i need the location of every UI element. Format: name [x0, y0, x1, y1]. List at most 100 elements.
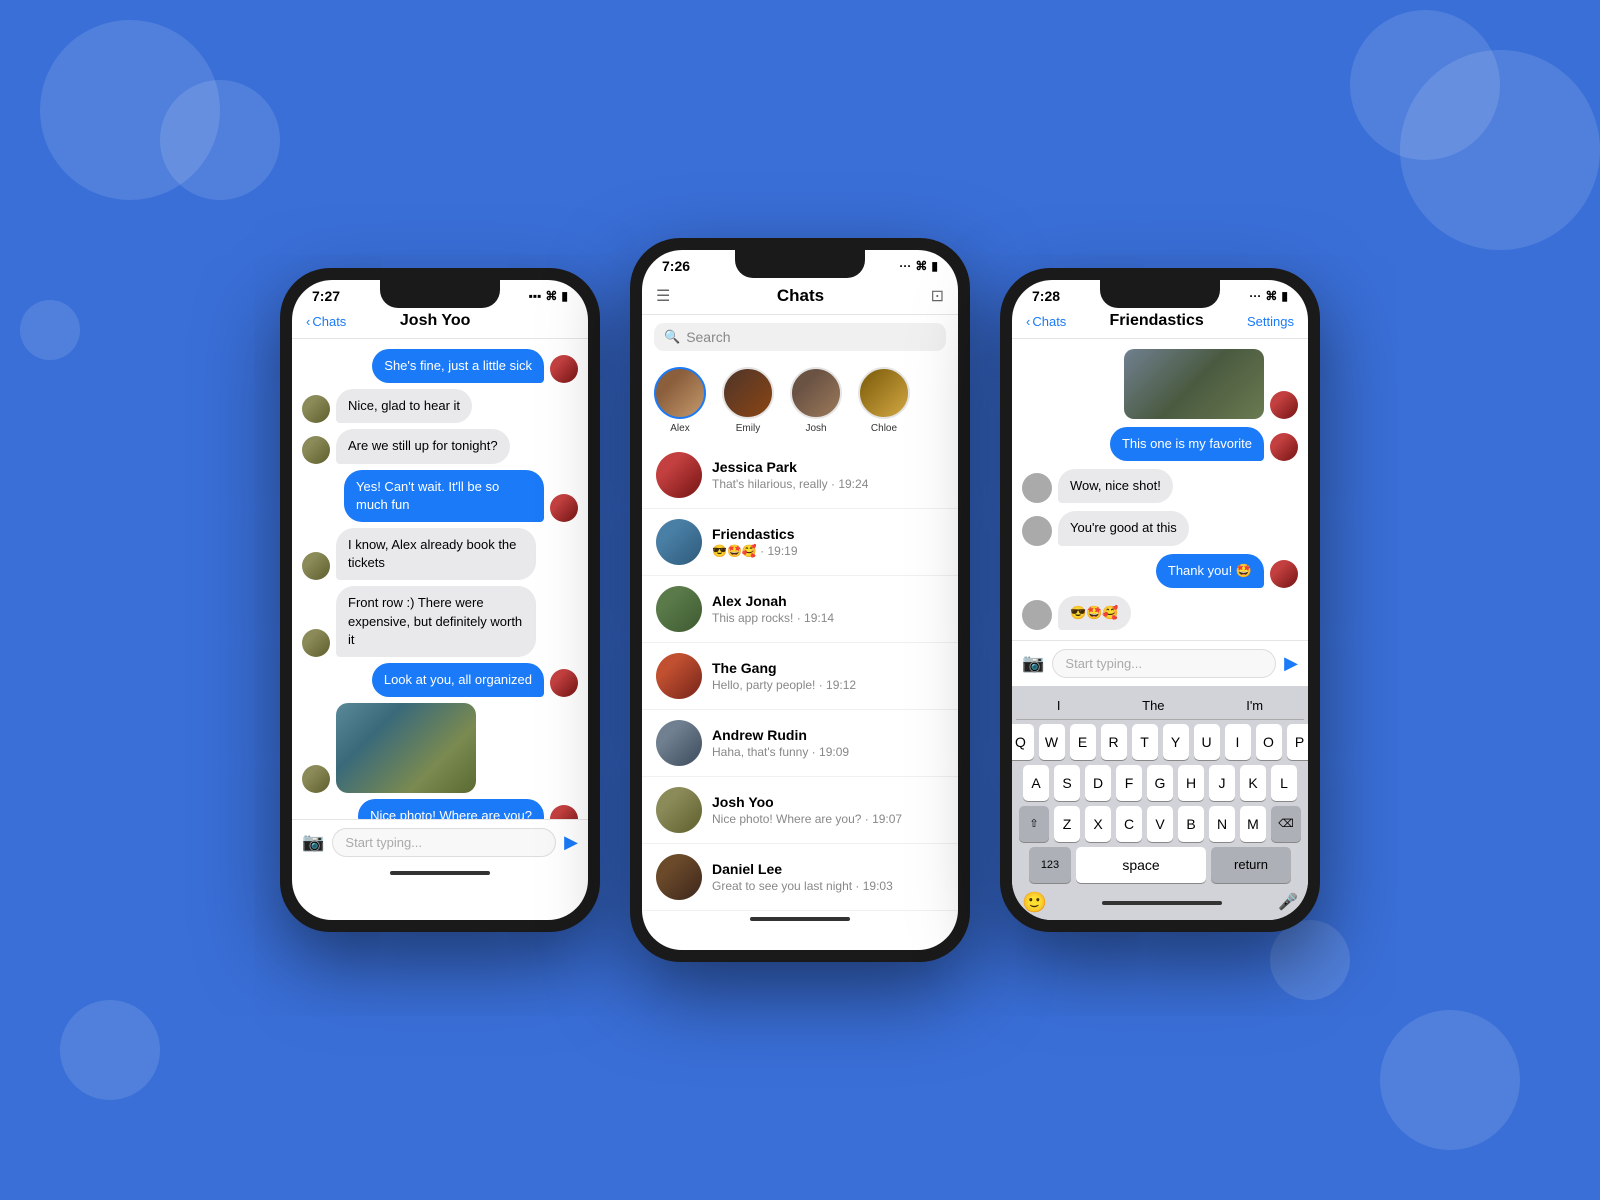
avatar — [1270, 560, 1298, 588]
key-123[interactable]: 123 — [1029, 847, 1071, 883]
key-j[interactable]: J — [1209, 765, 1235, 801]
message-bubble: Wow, nice shot! — [1058, 469, 1173, 503]
message-bubble: Nice photo! Where are you? — [358, 799, 544, 819]
chat-item[interactable]: The Gang Hello, party people! · 19:12 — [642, 643, 958, 710]
suggestion-im[interactable]: I'm — [1238, 696, 1271, 715]
bg-circle-5 — [60, 1000, 160, 1100]
status-icons-center: ··· ⌘ ▮ — [899, 259, 938, 273]
chat-preview: Nice photo! Where are you? · 19:07 — [712, 812, 944, 826]
key-s[interactable]: S — [1054, 765, 1080, 801]
send-button-left[interactable]: ▶ — [564, 832, 578, 853]
key-q[interactable]: Q — [1012, 724, 1034, 760]
bg-circle-6 — [1380, 1010, 1520, 1150]
avatar — [550, 805, 578, 819]
chat-avatar-alexjonah — [656, 586, 702, 632]
key-i[interactable]: I — [1225, 724, 1251, 760]
input-bar-left[interactable]: 📷 Start typing... ▶ — [292, 819, 588, 865]
time-left: 7:27 — [312, 288, 340, 304]
key-k[interactable]: K — [1240, 765, 1266, 801]
message-row — [302, 703, 578, 793]
chat-preview: That's hilarious, really · 19:24 — [712, 477, 944, 491]
key-v[interactable]: V — [1147, 806, 1173, 842]
message-row: You're good at this — [1022, 511, 1298, 545]
story-item[interactable]: Emily — [722, 367, 774, 434]
battery-icon-right: ▮ — [1281, 289, 1288, 303]
key-n[interactable]: N — [1209, 806, 1235, 842]
chat-item[interactable]: Jessica Park That's hilarious, really · … — [642, 442, 958, 509]
key-delete[interactable]: ⌫ — [1271, 806, 1301, 842]
menu-icon[interactable]: ☰ — [656, 286, 670, 306]
keyboard-row-4: 123 space return — [1016, 847, 1304, 883]
phone-center-screen: 7:26 ··· ⌘ ▮ ☰ Chats ⊡ 🔍 Search — [642, 250, 958, 950]
story-item[interactable]: Chloe — [858, 367, 910, 434]
chevron-left-icon: ‹ — [306, 314, 310, 329]
status-icons-left: ▪▪▪ ⌘ ▮ — [529, 289, 568, 303]
nav-bar-left: ‹ Chats Josh Yoo — [292, 308, 588, 339]
compose-icon[interactable]: ⊡ — [931, 286, 944, 306]
chat-info: Daniel Lee Great to see you last night ·… — [712, 861, 944, 893]
chat-item[interactable]: Friendastics 😎🤩🥰 · 19:19 — [642, 509, 958, 576]
chat-info: Andrew Rudin Haha, that's funny · 19:09 — [712, 727, 944, 759]
camera-icon-right[interactable]: 📷 — [1022, 653, 1044, 674]
search-input-center[interactable]: Search — [686, 329, 730, 345]
story-item[interactable]: Josh — [790, 367, 842, 434]
suggestion-i[interactable]: I — [1049, 696, 1069, 715]
chat-avatar-jessica — [656, 452, 702, 498]
message-row: Yes! Can't wait. It'll be so much fun — [302, 470, 578, 522]
key-z[interactable]: Z — [1054, 806, 1080, 842]
friendastics-messages: This one is my favorite Wow, nice shot! … — [1012, 339, 1308, 640]
back-button-right[interactable]: ‹ Chats — [1026, 314, 1066, 329]
key-p[interactable]: P — [1287, 724, 1309, 760]
key-return[interactable]: return — [1211, 847, 1291, 883]
home-indicator-left — [390, 871, 490, 875]
chat-info: Jessica Park That's hilarious, really · … — [712, 459, 944, 491]
settings-button[interactable]: Settings — [1247, 314, 1294, 329]
search-bar[interactable]: 🔍 Search — [654, 323, 946, 351]
key-d[interactable]: D — [1085, 765, 1111, 801]
send-button-right[interactable]: ▶ — [1284, 653, 1298, 674]
key-w[interactable]: W — [1039, 724, 1065, 760]
key-t[interactable]: T — [1132, 724, 1158, 760]
input-bar-right[interactable]: 📷 Start typing... ▶ — [1012, 640, 1308, 686]
key-x[interactable]: X — [1085, 806, 1111, 842]
emoji-icon[interactable]: 🙂 — [1022, 890, 1047, 915]
key-b[interactable]: B — [1178, 806, 1204, 842]
message-input-left[interactable]: Start typing... — [332, 828, 556, 857]
mic-icon[interactable]: 🎤 — [1278, 892, 1298, 912]
chat-item[interactable]: Andrew Rudin Haha, that's funny · 19:09 — [642, 710, 958, 777]
key-u[interactable]: U — [1194, 724, 1220, 760]
message-row: Wow, nice shot! — [1022, 469, 1298, 503]
key-m[interactable]: M — [1240, 806, 1266, 842]
chat-item[interactable]: Josh Yoo Nice photo! Where are you? · 19… — [642, 777, 958, 844]
message-row: 😎🤩🥰 — [1022, 596, 1298, 630]
chat-item[interactable]: Daniel Lee Great to see you last night ·… — [642, 844, 958, 911]
bg-circle-8 — [20, 300, 80, 360]
key-g[interactable]: G — [1147, 765, 1173, 801]
key-y[interactable]: Y — [1163, 724, 1189, 760]
story-item[interactable]: Alex — [654, 367, 706, 434]
message-row: She's fine, just a little sick — [302, 349, 578, 383]
key-r[interactable]: R — [1101, 724, 1127, 760]
key-o[interactable]: O — [1256, 724, 1282, 760]
key-c[interactable]: C — [1116, 806, 1142, 842]
avatar — [302, 765, 330, 793]
suggestion-the[interactable]: The — [1134, 696, 1172, 715]
phone-left-screen: 7:27 ▪▪▪ ⌘ ▮ ‹ Chats Josh Yoo She — [292, 280, 588, 920]
keyboard-row-3: ⇧ Z X C V B N M ⌫ — [1016, 806, 1304, 842]
chat-name: Alex Jonah — [712, 593, 944, 609]
back-button-left[interactable]: ‹ Chats — [306, 314, 346, 329]
key-shift[interactable]: ⇧ — [1019, 806, 1049, 842]
camera-icon[interactable]: 📷 — [302, 832, 324, 853]
keyboard-suggestions: I The I'm — [1016, 692, 1304, 720]
key-f[interactable]: F — [1116, 765, 1142, 801]
chat-name: Josh Yoo — [712, 794, 944, 810]
message-input-right[interactable]: Start typing... — [1052, 649, 1276, 678]
key-e[interactable]: E — [1070, 724, 1096, 760]
chat-item[interactable]: Alex Jonah This app rocks! · 19:14 — [642, 576, 958, 643]
message-row: This one is my favorite — [1022, 427, 1298, 461]
key-a[interactable]: A — [1023, 765, 1049, 801]
key-l[interactable]: L — [1271, 765, 1297, 801]
key-h[interactable]: H — [1178, 765, 1204, 801]
key-space[interactable]: space — [1076, 847, 1206, 883]
avatar — [1270, 391, 1298, 419]
